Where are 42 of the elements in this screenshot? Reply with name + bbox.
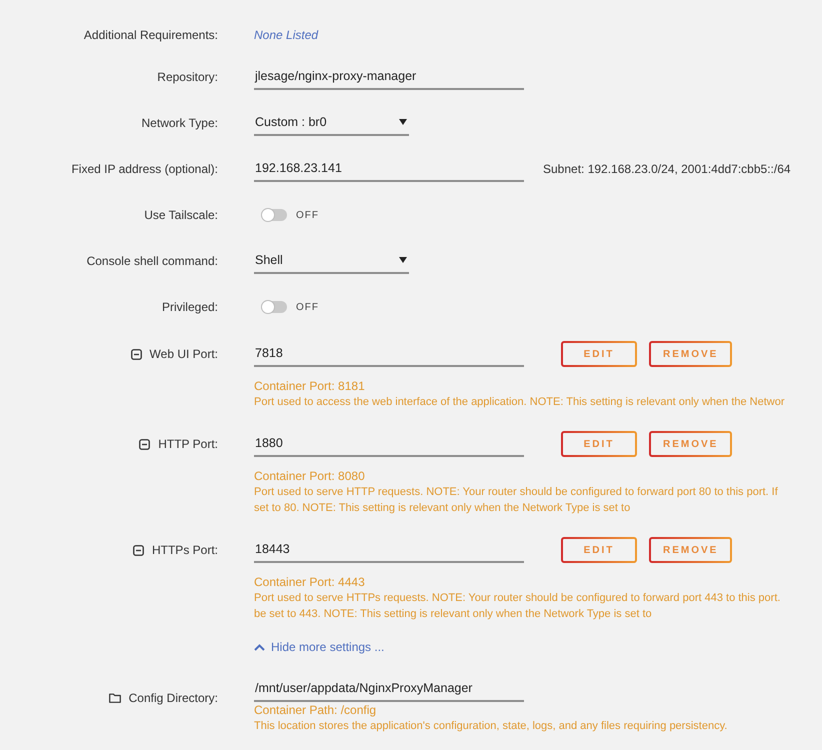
toggle-switch[interactable] xyxy=(262,209,287,221)
field-label: HTTP Port: xyxy=(158,437,218,451)
field-label: Repository: xyxy=(157,70,218,84)
container-port-text: Container Port: 8181 xyxy=(254,378,365,394)
field-label: Fixed IP address (optional): xyxy=(71,162,218,176)
dropdown[interactable]: Shell xyxy=(254,248,409,274)
collapse-icon[interactable] xyxy=(132,544,144,556)
dropdown[interactable]: Custom : br0 xyxy=(254,110,409,136)
toggle-state-text: OFF xyxy=(296,302,319,312)
folder-icon xyxy=(108,693,121,703)
requirements-text: None Listed xyxy=(254,28,318,42)
field-label: Web UI Port: xyxy=(150,347,218,361)
description-text: set to 80. NOTE: This setting is relevant only when the Network Type is set to xyxy=(254,501,630,516)
description-text: Port used to serve HTTP requests. NOTE: Your router should be configured to forward port 80 to this port. If xyxy=(254,485,778,500)
toggle-state-text: OFF xyxy=(296,210,319,220)
caret-icon xyxy=(399,257,407,263)
field-label: HTTPs Port: xyxy=(152,543,218,557)
container-path-text: Container Path: /config xyxy=(254,702,376,718)
field-label: Config Directory: xyxy=(128,691,218,705)
hide-settings-link[interactable]: Hide more settings ... xyxy=(254,640,384,654)
collapse-icon[interactable] xyxy=(139,438,150,450)
collapse-icon[interactable] xyxy=(130,348,142,360)
text-field[interactable]: 192.168.23.141 xyxy=(254,156,524,182)
field-label: Network Type: xyxy=(142,116,218,130)
container-port-text: Container Port: 4443 xyxy=(254,574,365,590)
toggle-switch[interactable] xyxy=(262,301,287,313)
field-label: Use Tailscale: xyxy=(144,208,218,222)
description-text: Port used to serve HTTPs requests. NOTE: Your router should be configured to forward port 443 to this port. xyxy=(254,591,780,606)
description-text: Port used to access the web interface of the application. NOTE: This setting is relevant only when the Networ xyxy=(254,395,785,410)
text-field[interactable]: 18443 xyxy=(254,537,524,563)
field-label: Additional Requirements: xyxy=(84,28,218,42)
description-text: This location stores the application's configuration, state, logs, and any files requiring persistency. xyxy=(254,719,728,734)
caret-icon xyxy=(399,119,407,125)
description-text: be set to 443. NOTE: This setting is relevant only when the Network Type is set to xyxy=(254,607,652,622)
field-label: Privileged: xyxy=(162,300,218,314)
text-field[interactable]: jlesage/nginx-proxy-manager xyxy=(254,64,524,90)
text-field[interactable]: /mnt/user/appdata/NginxProxyManager xyxy=(254,676,524,702)
field-label: Console shell command: xyxy=(86,254,218,268)
text-field[interactable]: 7818 xyxy=(254,341,524,367)
subnet-text: Subnet: 192.168.23.0/24, 2001:4dd7:cbb5::/64 xyxy=(543,162,791,176)
container-port-text: Container Port: 8080 xyxy=(254,468,365,484)
text-field[interactable]: 1880 xyxy=(254,431,524,457)
